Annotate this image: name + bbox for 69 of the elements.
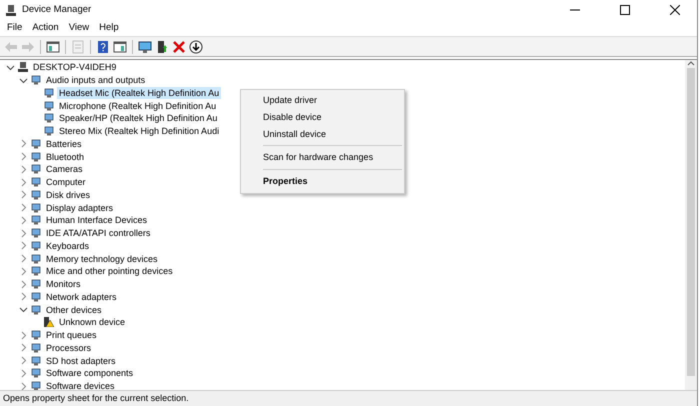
tree-item[interactable]: Network adapters — [44, 290, 119, 303]
chevron-icon[interactable] — [19, 305, 28, 314]
tree-item[interactable]: Cameras — [44, 163, 85, 176]
tree-item[interactable]: Microphone (Realtek High Definition Au — [57, 100, 218, 112]
menu-item[interactable]: Disable device — [241, 109, 404, 126]
menu-item[interactable]: Uninstall device — [241, 126, 404, 143]
device-icon — [31, 342, 41, 353]
device-icon — [31, 304, 41, 315]
device-icon — [31, 292, 41, 302]
tree-item[interactable]: Memory technology devices — [44, 252, 160, 265]
device-icon — [31, 228, 41, 238]
device-icon — [31, 368, 41, 378]
tree-item[interactable]: Audio inputs and outputs — [44, 74, 148, 86]
device-icon — [31, 356, 41, 366]
menu-item[interactable]: Action — [27, 21, 64, 35]
chevron-icon[interactable] — [6, 62, 15, 72]
device-icon — [31, 152, 41, 162]
device-icon — [31, 215, 41, 226]
tree-item[interactable]: Bluetooth — [44, 150, 86, 163]
maximize-icon[interactable] — [620, 5, 630, 15]
tree-item[interactable]: Batteries — [44, 138, 84, 150]
close-icon[interactable] — [670, 5, 680, 15]
tree-item[interactable]: Keyboards — [44, 240, 92, 252]
device-icon — [31, 381, 41, 390]
computer-icon — [18, 62, 28, 72]
scroll-up-icon[interactable] — [687, 60, 695, 66]
device-icon — [31, 190, 41, 200]
tree-item[interactable]: Print queues — [44, 329, 99, 342]
device-icon — [31, 279, 41, 290]
tree-item[interactable]: Monitors — [44, 278, 83, 290]
device-icon — [31, 75, 41, 86]
device-icon — [31, 138, 41, 149]
device-icon — [44, 100, 54, 111]
device-icon — [31, 266, 41, 276]
tree-item[interactable]: DESKTOP-V4IDEH9 — [31, 61, 118, 74]
tree-item[interactable]: Speaker/HP (Realtek High Definition Au — [57, 112, 220, 124]
menu-item[interactable]: File — [2, 21, 28, 35]
device-icon — [44, 113, 54, 124]
tree-item[interactable]: Stereo Mix (Realtek High Definition Audi — [57, 125, 222, 138]
window-title: Device Manager — [22, 2, 92, 17]
menu-item[interactable]: Help — [94, 21, 124, 35]
tree-item[interactable]: Mice and other pointing devices — [44, 265, 175, 278]
status-text: Opens property sheet for the current selection. — [0, 390, 697, 406]
tree-item[interactable]: Software components — [44, 367, 136, 380]
device-icon — [31, 177, 41, 188]
device-icon — [31, 330, 41, 340]
tree-item[interactable]: Computer — [44, 176, 88, 188]
device-icon — [31, 202, 41, 213]
menu-item[interactable]: Update driver — [241, 92, 404, 109]
tree-item[interactable]: Disk drives — [44, 188, 92, 201]
device-manager-icon — [6, 4, 16, 16]
tree-item[interactable]: Human Interface Devices — [44, 214, 150, 226]
tree-item[interactable]: Unknown device — [57, 316, 128, 328]
device-icon — [31, 240, 41, 251]
tree-item[interactable]: Other devices — [44, 304, 104, 316]
device-icon — [44, 126, 54, 136]
tree-item[interactable]: IDE ATA/ATAPI controllers — [44, 227, 152, 240]
scrollbar[interactable] — [685, 60, 697, 390]
tree-item[interactable]: Display adapters — [44, 202, 116, 214]
tree-item[interactable]: SD host adapters — [44, 354, 118, 367]
tree-item[interactable]: Processors — [44, 342, 94, 354]
chevron-icon[interactable] — [19, 76, 28, 85]
device-icon — [31, 254, 41, 264]
device-icon — [44, 88, 54, 98]
device-icon — [31, 164, 41, 174]
tree-item[interactable]: Software devices — [44, 380, 117, 390]
menu-item[interactable]: View — [64, 21, 94, 35]
scroll-thumb[interactable] — [687, 68, 695, 376]
tree-item[interactable]: Headset Mic (Realtek High Definition Au — [57, 86, 222, 99]
